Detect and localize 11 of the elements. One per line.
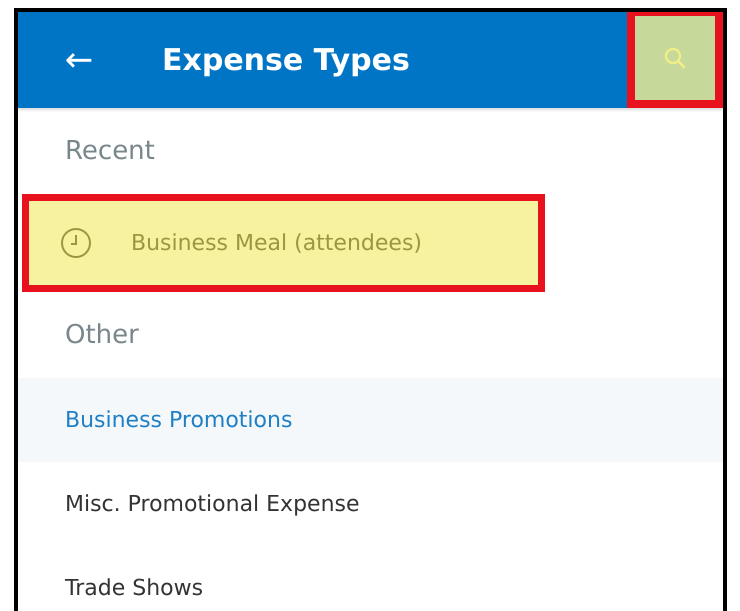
list-item[interactable]: Misc. Promotional Expense <box>18 462 723 546</box>
list-item[interactable]: Business Promotions <box>18 378 723 462</box>
section-heading: Other <box>64 319 140 352</box>
section-heading: Recent <box>64 135 156 168</box>
back-button[interactable]: ← <box>54 40 104 80</box>
search-button[interactable] <box>627 12 723 108</box>
list-item[interactable]: Trade Shows <box>18 546 723 611</box>
search-icon <box>662 45 688 71</box>
clock-icon <box>59 226 93 260</box>
screen-title: Expense Types <box>162 42 411 78</box>
list-item[interactable]: Business Meal (attendees) <box>22 194 545 292</box>
